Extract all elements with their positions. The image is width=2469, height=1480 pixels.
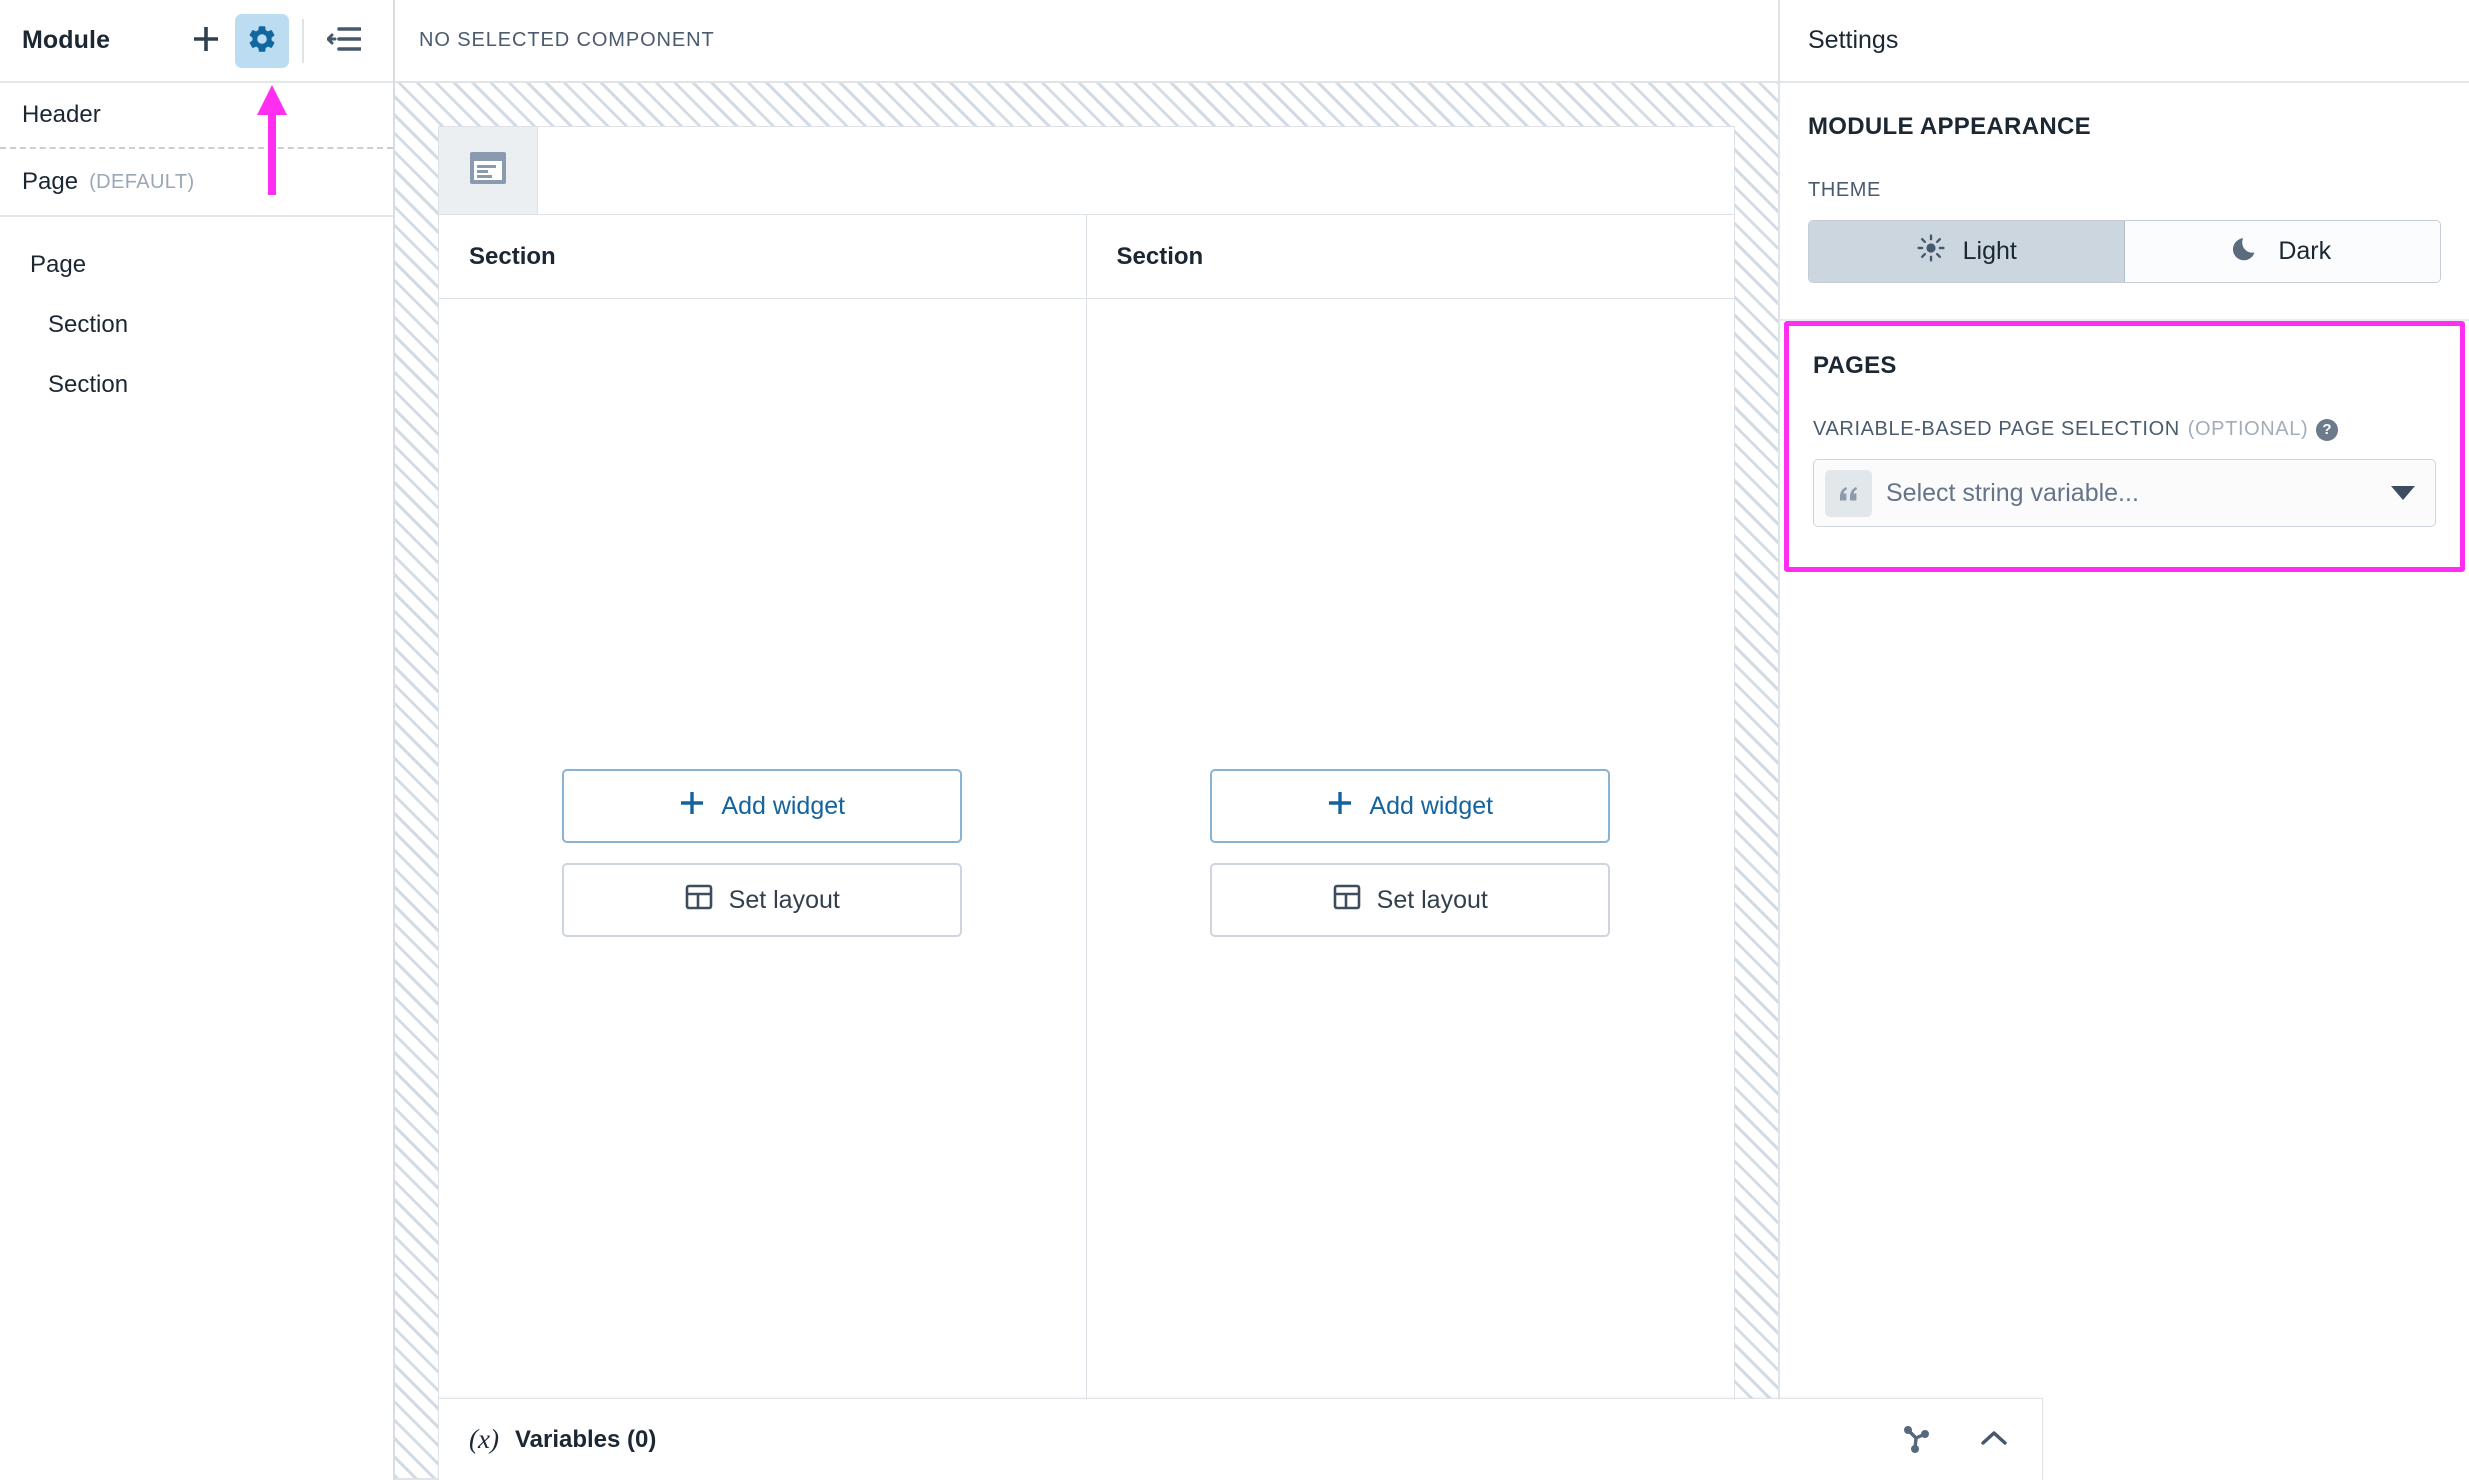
set-layout-button-2[interactable]: Set layout: [1210, 863, 1611, 937]
gear-icon: [246, 23, 278, 58]
section-title: Section: [1116, 242, 1204, 270]
settings-header: Settings: [1780, 0, 2469, 83]
variables-panel-title-group: (x) Variables (0): [469, 1424, 1894, 1455]
tree-item-label: Page: [30, 251, 87, 278]
canvas-hatched-background: Section Add widget Set layout Section Ad…: [395, 83, 1778, 1480]
variables-panel-actions: [1894, 1418, 2016, 1462]
add-widget-label: Add widget: [721, 791, 846, 820]
sidebar-header: Module: [0, 0, 393, 83]
variables-count-label: Variables (0): [514, 1425, 657, 1453]
page-tab[interactable]: [439, 127, 538, 214]
settings-panel: Settings MODULE APPEARANCE THEME Light D…: [1778, 0, 2469, 1480]
settings-title: Settings: [1808, 26, 1899, 54]
page-tab-strip: [439, 127, 1734, 215]
sun-icon: [1916, 233, 1946, 270]
sidebar-top-tree: Header Page (DEFAULT): [0, 83, 393, 217]
layout-icon: [685, 883, 713, 918]
tree-item-section-1[interactable]: Section: [0, 295, 393, 355]
tree-row-page-default[interactable]: Page (DEFAULT): [0, 149, 393, 215]
variables-panel[interactable]: (x) Variables (0): [438, 1398, 2043, 1480]
chevron-up-icon: [1979, 1427, 2009, 1452]
theme-label: THEME: [1808, 179, 2441, 202]
sidebar-toolbar: [179, 13, 371, 68]
page-icon: [468, 150, 508, 191]
module-appearance-section: MODULE APPEARANCE THEME Light Dark: [1780, 83, 2469, 321]
module-sidebar: Module Header Page (DEFAULT) Page Sectio…: [0, 0, 395, 1480]
add-widget-button-2[interactable]: Add widget: [1210, 769, 1611, 843]
theme-option-dark-label: Dark: [2278, 237, 2332, 265]
pages-title: PAGES: [1813, 352, 1897, 379]
selected-component-label: NO SELECTED COMPONENT: [419, 29, 715, 51]
section-title: Section: [469, 242, 556, 270]
string-variable-select[interactable]: Select string variable...: [1813, 459, 2436, 527]
collapse-sidebar-button[interactable]: [317, 14, 371, 68]
optional-text: (OPTIONAL): [2187, 418, 2309, 440]
select-placeholder-text: Select string variable...: [1886, 478, 2139, 507]
app-root: Module Header Page (DEFAULT) Page Sectio…: [0, 0, 2469, 1480]
plus-icon: [191, 24, 221, 57]
theme-label-text: THEME: [1808, 179, 1881, 201]
section-column-1: Section Add widget Set layout: [439, 215, 1087, 1407]
tree-item-label: Section: [48, 311, 129, 338]
theme-option-light-label: Light: [1962, 237, 2017, 265]
tree-row-header[interactable]: Header: [0, 83, 393, 149]
set-layout-label: Set layout: [728, 885, 840, 914]
toolbar-divider: [302, 18, 304, 63]
help-icon[interactable]: ?: [2316, 418, 2339, 441]
sidebar-title: Module: [22, 26, 111, 54]
sections-container: Section Add widget Set layout Section Ad…: [439, 215, 1734, 1407]
canvas-area: NO SELECTED COMPONENT Section Add widget…: [395, 0, 1778, 1480]
page-tab-empty-space: [538, 127, 1734, 214]
module-preview: Section Add widget Set layout Section Ad…: [438, 126, 1735, 1408]
sidebar-component-tree: Page Section Section: [0, 217, 393, 415]
chevron-down-icon: [2391, 486, 2415, 500]
dependency-graph-button[interactable]: [1894, 1418, 1938, 1462]
collapse-panel-icon: [326, 25, 362, 56]
section-column-2: Section Add widget Set layout: [1086, 215, 1734, 1407]
section-header-1[interactable]: Section: [439, 215, 1086, 299]
add-widget-button-1[interactable]: Add widget: [562, 769, 963, 843]
plus-icon: [679, 790, 705, 823]
theme-segmented-control: Light Dark: [1808, 220, 2441, 283]
add-widget-label: Add widget: [1369, 791, 1494, 820]
set-layout-label: Set layout: [1376, 885, 1488, 914]
canvas-header: NO SELECTED COMPONENT: [395, 0, 1778, 83]
section-body-1: Add widget Set layout: [439, 299, 1086, 1407]
tree-item-page[interactable]: Page: [0, 235, 393, 295]
theme-option-light[interactable]: Light: [1809, 221, 2125, 282]
theme-option-dark[interactable]: Dark: [2124, 221, 2440, 282]
pages-section: PAGES VARIABLE-BASED PAGE SELECTION (OPT…: [1784, 321, 2465, 572]
default-badge: (DEFAULT): [89, 170, 195, 193]
tree-row-header-label: Header: [22, 101, 101, 128]
set-layout-button-1[interactable]: Set layout: [562, 863, 963, 937]
section-body-2: Add widget Set layout: [1086, 299, 1734, 1407]
variable-page-selection-text: VARIABLE-BASED PAGE SELECTION: [1813, 418, 2180, 440]
section-header-2[interactable]: Section: [1086, 215, 1734, 299]
tree-item-section-2[interactable]: Section: [0, 355, 393, 415]
tree-row-page-label: Page: [22, 168, 79, 195]
italic-x-icon: (x): [469, 1424, 499, 1454]
plus-icon: [1327, 790, 1353, 823]
module-settings-button[interactable]: [235, 13, 289, 68]
quote-icon: [1825, 469, 1872, 517]
module-appearance-title: MODULE APPEARANCE: [1808, 113, 2091, 140]
add-component-button[interactable]: [179, 14, 233, 68]
layout-icon: [1333, 883, 1361, 918]
collapse-variables-button[interactable]: [1972, 1418, 2016, 1462]
node-graph-icon: [1899, 1421, 1933, 1458]
tree-item-label: Section: [48, 371, 129, 398]
variable-page-selection-label: VARIABLE-BASED PAGE SELECTION (OPTIONAL)…: [1813, 418, 2436, 441]
moon-icon: [2233, 234, 2261, 269]
